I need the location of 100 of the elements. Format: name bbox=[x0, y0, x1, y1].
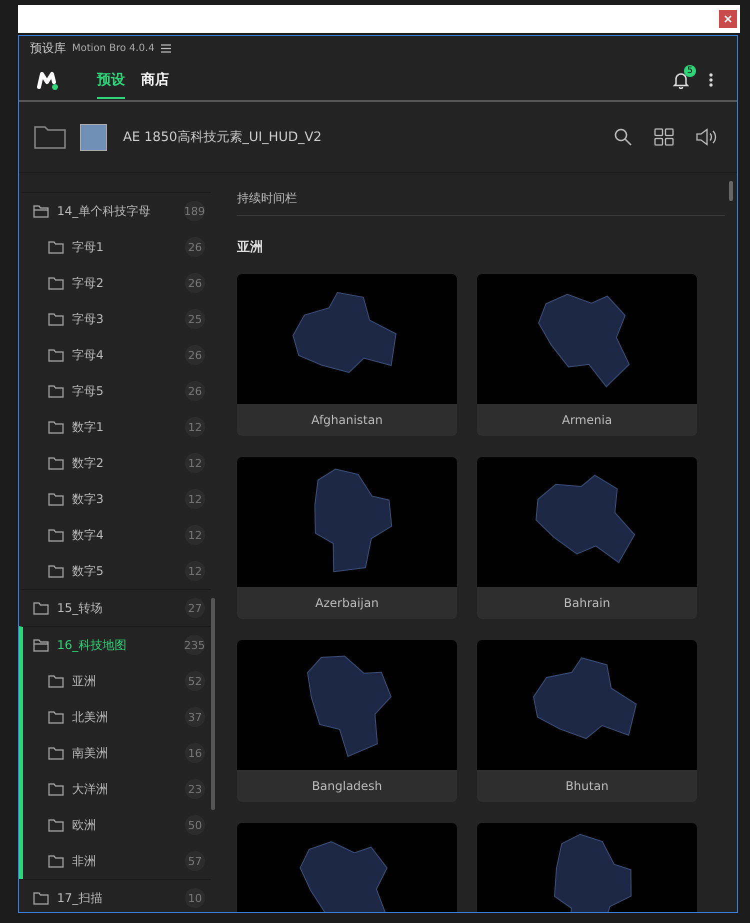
bell-icon[interactable] bbox=[673, 71, 689, 89]
folder-label: 非洲 bbox=[72, 852, 97, 870]
item-count: 50 bbox=[185, 815, 205, 835]
folder-label: 17_扫描 bbox=[57, 890, 104, 906]
subfolder-item[interactable]: 亚洲 52 bbox=[23, 663, 211, 699]
scrollbar-thumb[interactable] bbox=[729, 181, 733, 201]
nav-tab[interactable]: 商店 bbox=[141, 61, 169, 99]
folder-icon[interactable] bbox=[34, 125, 66, 149]
folder-label: 字母3 bbox=[72, 310, 105, 328]
item-count: 26 bbox=[185, 381, 205, 401]
folder-icon bbox=[48, 276, 64, 290]
subfolder-item[interactable]: 欧洲 50 bbox=[23, 807, 211, 843]
folder-label: 南美洲 bbox=[72, 744, 109, 762]
folder-icon bbox=[48, 818, 64, 832]
subfolder-item[interactable]: 数字4 12 bbox=[23, 517, 211, 553]
close-icon bbox=[724, 15, 732, 23]
folder-item[interactable]: 15_转场 27 bbox=[23, 590, 211, 626]
folder-icon bbox=[48, 710, 64, 724]
folder-label: 字母1 bbox=[72, 238, 105, 256]
item-count: 26 bbox=[185, 345, 205, 365]
folder-item[interactable]: 17_扫描 10 bbox=[23, 880, 211, 912]
item-count: 16 bbox=[185, 743, 205, 763]
subfolder-item[interactable]: 数字1 12 bbox=[23, 409, 211, 445]
pack-thumbnail bbox=[80, 124, 107, 150]
more-icon[interactable] bbox=[709, 73, 713, 87]
subfolder-item[interactable]: 北美洲 37 bbox=[23, 699, 211, 735]
card-title: Bhutan bbox=[564, 778, 610, 795]
folder-label: 字母5 bbox=[72, 382, 105, 400]
folder-label: 数字3 bbox=[72, 490, 105, 508]
card-title: Armenia bbox=[560, 412, 614, 429]
folder-label: 大洋洲 bbox=[72, 780, 109, 798]
folder-item[interactable]: 14_单个科技字母 189 bbox=[23, 193, 211, 229]
subfolder-item[interactable]: 数字5 12 bbox=[23, 553, 211, 589]
preset-card[interactable]: Armenia bbox=[477, 274, 697, 436]
item-count: 12 bbox=[185, 417, 205, 437]
item-count: 12 bbox=[185, 453, 205, 473]
folder-label: 16_科技地图 bbox=[57, 636, 128, 654]
preset-card[interactable]: Bahrain bbox=[477, 457, 697, 619]
folder-label: 15_转场 bbox=[57, 600, 104, 616]
subfolder-item[interactable]: 大洋洲 23 bbox=[23, 771, 211, 807]
preset-card[interactable]: Afghanistan bbox=[237, 274, 457, 436]
item-count: 10 bbox=[185, 888, 205, 908]
folder-icon bbox=[48, 564, 64, 578]
item-count: 52 bbox=[185, 671, 205, 691]
folder-icon bbox=[48, 420, 64, 434]
close-button[interactable] bbox=[719, 10, 737, 28]
speaker-icon[interactable] bbox=[696, 128, 717, 146]
section-label: 持续时间栏 bbox=[237, 190, 297, 206]
search-icon[interactable] bbox=[614, 128, 632, 146]
folder-icon bbox=[48, 348, 64, 362]
subfolder-item[interactable]: 字母2 26 bbox=[23, 265, 211, 301]
item-count: 12 bbox=[185, 561, 205, 581]
folder-icon bbox=[48, 384, 64, 398]
folder-label: 字母4 bbox=[72, 346, 105, 364]
folder-icon bbox=[48, 854, 64, 868]
version-label: Motion Bro 4.0.4 bbox=[72, 42, 155, 54]
folder-label: 数字4 bbox=[72, 526, 105, 544]
folder-label: 北美洲 bbox=[72, 708, 109, 726]
folder-icon bbox=[48, 312, 64, 326]
card-title: Azerbaijan bbox=[314, 595, 380, 612]
subfolder-item[interactable]: 南美洲 16 bbox=[23, 735, 211, 771]
folder-label: 数字2 bbox=[72, 454, 105, 472]
menu-icon[interactable] bbox=[160, 44, 171, 52]
folder-label: 14_单个科技字母 bbox=[57, 202, 152, 220]
nav-tab[interactable]: 预设 bbox=[97, 61, 125, 99]
folder-item[interactable]: 16_科技地图 235 bbox=[23, 627, 211, 663]
subfolder-item[interactable]: 数字3 12 bbox=[23, 481, 211, 517]
folder-icon bbox=[48, 746, 64, 760]
preset-card[interactable]: Bhutan bbox=[477, 640, 697, 802]
preset-card[interactable]: Azerbaijan bbox=[237, 457, 457, 619]
pack-name: AE 1850高科技元素_UI_HUD_V2 bbox=[123, 129, 322, 146]
subfolder-item[interactable]: 字母4 26 bbox=[23, 337, 211, 373]
folder-icon bbox=[48, 492, 64, 506]
card-title: Bahrain bbox=[562, 595, 612, 612]
category-heading: 亚洲 bbox=[237, 239, 264, 257]
subfolder-item[interactable]: 非洲 57 bbox=[23, 843, 211, 879]
item-count: 12 bbox=[185, 489, 205, 509]
subfolder-item[interactable]: 字母1 26 bbox=[23, 229, 211, 265]
scrollbar-thumb[interactable] bbox=[211, 598, 215, 810]
grid-icon[interactable] bbox=[654, 128, 674, 146]
preset-card[interactable]: Bangladesh bbox=[237, 640, 457, 802]
folder-label: 亚洲 bbox=[72, 672, 97, 690]
subfolder-item[interactable]: 字母5 26 bbox=[23, 373, 211, 409]
item-count: 26 bbox=[185, 237, 205, 257]
folder-label: 数字1 bbox=[72, 418, 105, 436]
item-count: 23 bbox=[185, 779, 205, 799]
section-row[interactable]: 持续时间栏 bbox=[237, 181, 725, 216]
item-count: 12 bbox=[185, 525, 205, 545]
item-count: 37 bbox=[185, 707, 205, 727]
logo-icon[interactable] bbox=[37, 70, 59, 90]
card-title: Afghanistan bbox=[310, 412, 384, 429]
subfolder-item[interactable]: 数字2 12 bbox=[23, 445, 211, 481]
folder-icon bbox=[48, 528, 64, 542]
folder-icon bbox=[48, 456, 64, 470]
folder-icon bbox=[48, 674, 64, 688]
folder-label: 字母2 bbox=[72, 274, 105, 292]
subfolder-item[interactable]: 字母3 25 bbox=[23, 301, 211, 337]
item-count: 26 bbox=[185, 273, 205, 293]
item-count: 235 bbox=[184, 635, 205, 655]
folder-label: 欧洲 bbox=[72, 816, 97, 834]
